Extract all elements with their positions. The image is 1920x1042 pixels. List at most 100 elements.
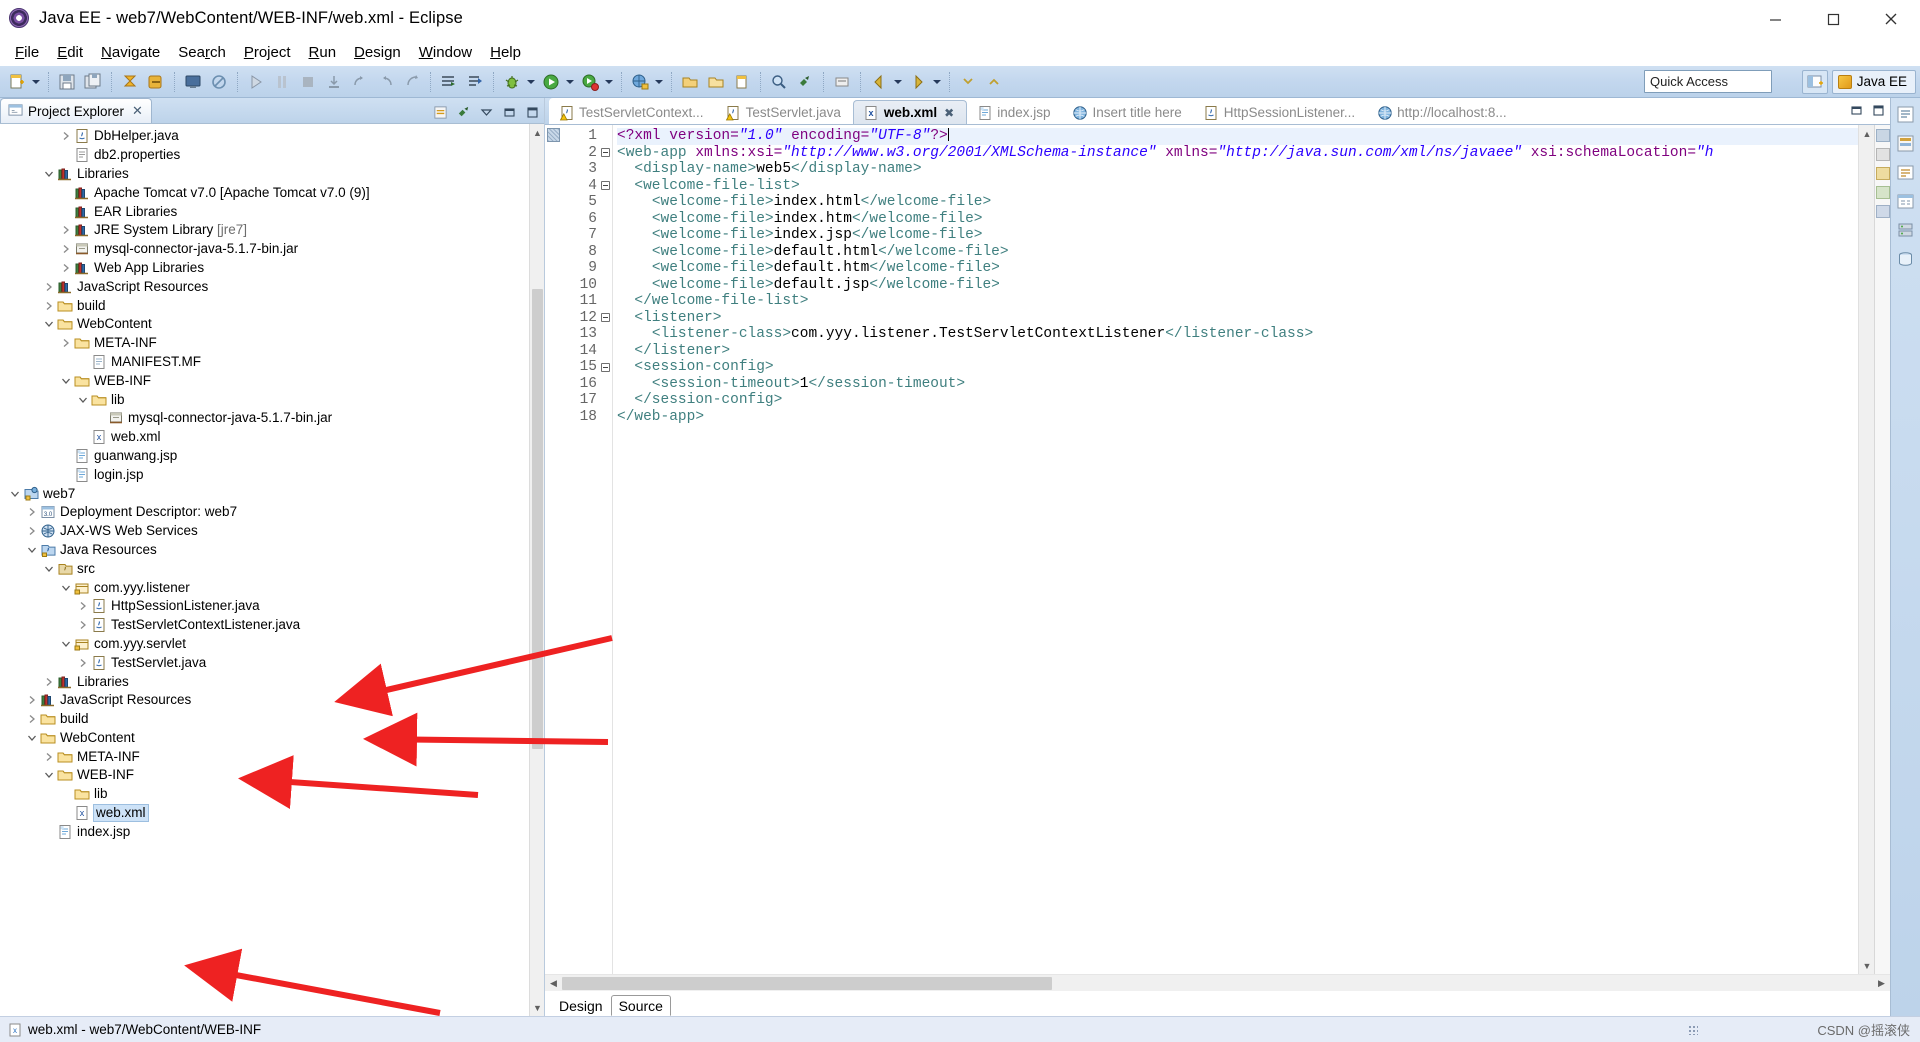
chevron-right-icon[interactable] <box>42 674 56 690</box>
forward-dropdown[interactable] <box>931 70 942 94</box>
tree-item-web-xml[interactable]: x web.xml <box>0 428 544 447</box>
editor-maximize-icon[interactable] <box>1872 104 1885 120</box>
tree-scroll-thumb[interactable] <box>532 289 543 749</box>
chevron-down-icon[interactable] <box>25 542 39 558</box>
no-sign-icon[interactable] <box>207 70 231 94</box>
new-package-icon[interactable] <box>704 70 728 94</box>
code-line[interactable]: </session-config> <box>617 392 1858 409</box>
close-button[interactable] <box>1862 0 1920 38</box>
editor-tab-index-jsp[interactable]: index.jsp <box>967 101 1063 124</box>
code-line[interactable]: <listener-class>com.yyy.listener.TestSer… <box>617 326 1858 343</box>
run-icon[interactable] <box>539 70 563 94</box>
menu-search[interactable]: Search <box>169 41 235 64</box>
tree-item-libraries[interactable]: Libraries <box>0 672 544 691</box>
publish-icon[interactable] <box>118 70 142 94</box>
hscroll-left-icon[interactable]: ◀ <box>545 975 562 992</box>
chevron-right-icon[interactable] <box>42 298 56 314</box>
tree-item-web7[interactable]: web7 <box>0 484 544 503</box>
external-tools-dropdown[interactable] <box>653 70 664 94</box>
chevron-down-icon[interactable] <box>59 636 73 652</box>
tree-item-httpsessionlistener-java[interactable]: HttpSessionListener.java <box>0 597 544 616</box>
code-line[interactable]: <session-config> <box>617 359 1858 376</box>
chevron-down-icon[interactable] <box>8 486 22 502</box>
code-line[interactable]: <welcome-file-list> <box>617 178 1858 195</box>
code-line[interactable]: <welcome-file>default.htm</welcome-file> <box>617 260 1858 277</box>
perspective-javaee[interactable]: Java EE <box>1831 69 1916 94</box>
chevron-down-icon[interactable] <box>42 561 56 577</box>
tree-item-javascript-resources[interactable]: JavaScript Resources <box>0 691 544 710</box>
menu-window[interactable]: Window <box>410 41 481 64</box>
tree-item-build[interactable]: build <box>0 710 544 729</box>
tree-item-testservlet-java[interactable]: TestServlet.java <box>0 653 544 672</box>
hscroll-track[interactable] <box>562 975 1873 992</box>
chevron-right-icon[interactable] <box>59 128 73 144</box>
view-menu-icon[interactable] <box>478 104 494 120</box>
code-line[interactable]: </listener> <box>617 343 1858 360</box>
editor-tab-httpsessionlistener[interactable]: HttpSessionListener... <box>1193 101 1368 124</box>
editor-tab-testservlet-java[interactable]: TestServlet.java <box>715 101 853 124</box>
chevron-down-icon[interactable] <box>42 316 56 332</box>
hscroll-right-icon[interactable]: ▶ <box>1873 975 1890 992</box>
console-icon[interactable] <box>181 70 205 94</box>
tree-item-build[interactable]: build <box>0 296 544 315</box>
chevron-right-icon[interactable] <box>25 692 39 708</box>
chevron-right-icon[interactable] <box>76 617 90 633</box>
editor-tab-http-localhost-8[interactable]: http://localhost:8... <box>1367 101 1519 124</box>
code-text[interactable]: <?xml version="1.0" encoding="UTF-8"?> <w… <box>613 125 1858 974</box>
editor-vertical-scrollbar[interactable]: ▲ ▼ <box>1858 125 1874 974</box>
chevron-right-icon[interactable] <box>59 260 73 276</box>
tree-item-com-yyy-listener[interactable]: com.yyy.listener <box>0 578 544 597</box>
tree-item-web-xml[interactable]: x web.xml <box>0 804 544 823</box>
outline-view-icon[interactable] <box>1895 104 1917 124</box>
pause-icon[interactable] <box>270 70 294 94</box>
tab-source[interactable]: Source <box>610 995 671 1016</box>
fold-collapse-icon[interactable] <box>599 178 612 195</box>
hscroll-thumb[interactable] <box>562 976 1052 990</box>
code-line[interactable]: <welcome-file>index.htm</welcome-file> <box>617 211 1858 228</box>
code-line[interactable]: <display-name>web5</display-name> <box>617 161 1858 178</box>
new-wizard-icon[interactable] <box>5 70 29 94</box>
link-icon[interactable] <box>793 70 817 94</box>
fold-collapse-icon[interactable] <box>599 145 612 162</box>
code-line[interactable]: <listener> <box>617 310 1858 327</box>
code-line[interactable]: <welcome-file>index.jsp</welcome-file> <box>617 227 1858 244</box>
stop-icon[interactable] <box>296 70 320 94</box>
tree-item-jax-ws-web-services[interactable]: JAX-WS Web Services <box>0 522 544 541</box>
new-java-project-icon[interactable] <box>678 70 702 94</box>
scroll-down-icon[interactable]: ▼ <box>530 999 544 1016</box>
chevron-right-icon[interactable] <box>59 335 73 351</box>
chevron-down-icon[interactable] <box>42 166 56 182</box>
chevron-down-icon[interactable] <box>76 392 90 408</box>
chevron-right-icon[interactable] <box>25 504 39 520</box>
step-into-icon[interactable] <box>322 70 346 94</box>
tab-project-explorer[interactable]: Project Explorer ✕ <box>0 98 152 123</box>
search-icon[interactable] <box>767 70 791 94</box>
tree-vertical-scrollbar[interactable]: ▲ ▼ <box>529 124 544 1016</box>
open-perspective-icon[interactable] <box>1801 69 1828 94</box>
tree-item-login-jsp[interactable]: login.jsp <box>0 465 544 484</box>
tree-item-ear-libraries[interactable]: EAR Libraries <box>0 202 544 221</box>
chevron-right-icon[interactable] <box>76 598 90 614</box>
tab-design[interactable]: Design <box>551 995 611 1016</box>
open-task-icon[interactable] <box>463 70 487 94</box>
tree-item-lib[interactable]: lib <box>0 390 544 409</box>
editor-tab-close-icon[interactable]: ✖ <box>944 106 954 120</box>
tree-item-guanwang-jsp[interactable]: guanwang.jsp <box>0 447 544 466</box>
run-config-dropdown[interactable] <box>603 70 614 94</box>
tree-item-mysql-connector-java-5-1-7-bin-jar[interactable]: mysql-connector-java-5.1.7-bin.jar <box>0 240 544 259</box>
external-tools-icon[interactable] <box>628 70 652 94</box>
servers-view-icon[interactable] <box>1895 220 1917 240</box>
publish-all-icon[interactable] <box>144 70 168 94</box>
tree-item-testservletcontextlistener-java[interactable]: TestServletContextListener.java <box>0 616 544 635</box>
prev-annotation-icon[interactable] <box>982 70 1006 94</box>
open-type-icon[interactable] <box>437 70 461 94</box>
editor-tab-insert-title-here[interactable]: Insert title here <box>1062 101 1194 124</box>
next-annotation-icon[interactable] <box>956 70 980 94</box>
maximize-icon[interactable] <box>524 104 540 120</box>
properties-view-icon[interactable] <box>1895 191 1917 211</box>
tree-item-jre-system-library[interactable]: JRE System Library [jre7] <box>0 221 544 240</box>
editor-tab-web-xml[interactable]: x web.xml ✖ <box>852 100 968 124</box>
tree-item-java-resources[interactable]: Java Resources <box>0 541 544 560</box>
debug-dropdown[interactable] <box>525 70 536 94</box>
tree-item-libraries[interactable]: Libraries <box>0 165 544 184</box>
